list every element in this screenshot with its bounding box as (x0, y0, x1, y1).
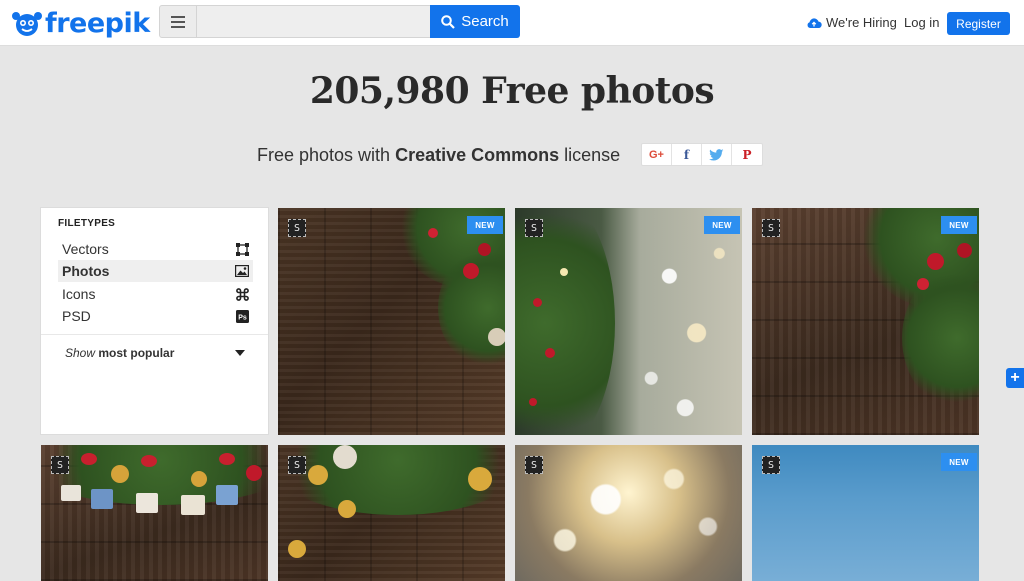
freepik-logo-icon (10, 8, 44, 38)
share-buttons: G+ f P (641, 143, 763, 166)
search-input[interactable] (197, 5, 430, 38)
caret-down-icon (235, 350, 245, 356)
filetype-photos[interactable]: Photos (58, 260, 253, 282)
filetype-label: Vectors (62, 241, 109, 257)
twitter-icon[interactable] (702, 144, 732, 165)
command-icon (235, 287, 249, 301)
filetype-psd[interactable]: PSD Ps (58, 305, 253, 327)
subtitle-text: Free photos with (257, 145, 396, 165)
license-badge: S (288, 219, 306, 237)
page-subtitle: Free photos with Creative Commons licens… (257, 145, 620, 166)
search-icon (441, 14, 456, 29)
new-badge: NEW (467, 216, 503, 234)
filetype-icons[interactable]: Icons (58, 283, 253, 305)
photo-thumbnail[interactable]: S (515, 445, 742, 581)
filetype-vectors[interactable]: Vectors (58, 238, 253, 260)
filetype-label: Photos (62, 263, 110, 279)
svg-text:Ps: Ps (238, 314, 247, 321)
hiring-label: We're Hiring (826, 15, 897, 30)
hiring-link[interactable]: We're Hiring (806, 15, 897, 30)
license-badge: S (762, 456, 780, 474)
search-button[interactable]: Search (430, 5, 520, 38)
search-button-label: Search (461, 13, 509, 30)
image-icon (235, 264, 249, 278)
filetype-sidebar: FILETYPES Vectors Photos Icons PSD Ps Sh… (40, 207, 269, 435)
cloud-upload-icon (807, 17, 822, 28)
google-plus-icon[interactable]: G+ (642, 144, 672, 165)
photo-thumbnail[interactable]: S (41, 445, 268, 581)
facebook-icon[interactable]: f (672, 144, 702, 165)
add-button[interactable]: + (1006, 368, 1024, 388)
freepik-logo[interactable]: freepik (10, 6, 150, 40)
photo-thumbnail[interactable]: S (278, 445, 505, 581)
sort-show: Show (65, 346, 96, 360)
filetype-label: PSD (62, 308, 91, 324)
pinterest-icon[interactable]: P (732, 144, 762, 165)
page-title: 205,980 Free photos (309, 70, 715, 112)
sort-label: Show most popular (65, 346, 174, 360)
new-badge: NEW (941, 216, 977, 234)
ps-icon: Ps (235, 309, 249, 323)
menu-button[interactable] (159, 5, 197, 38)
subtitle-text-end: license (559, 145, 621, 165)
login-link[interactable]: Log in (904, 15, 939, 30)
license-badge: S (288, 456, 306, 474)
hamburger-icon (171, 15, 185, 28)
sort-value: most popular (98, 346, 175, 360)
photo-thumbnail[interactable]: S NEW (278, 208, 505, 435)
new-badge: NEW (704, 216, 740, 234)
license-badge: S (525, 456, 543, 474)
top-header: freepik Search We're Hiring Log in Regis… (0, 0, 1024, 46)
register-button[interactable]: Register (947, 12, 1010, 35)
subtitle-bold: Creative Commons (395, 145, 560, 165)
new-badge: NEW (941, 453, 977, 471)
photo-thumbnail[interactable]: S NEW (752, 445, 979, 581)
vector-icon (235, 242, 249, 256)
logo-text: freepik (45, 7, 150, 39)
license-badge: S (525, 219, 543, 237)
filetypes-heading: FILETYPES (58, 218, 116, 229)
photo-thumbnail[interactable]: S NEW (515, 208, 742, 435)
filetype-label: Icons (62, 286, 96, 302)
license-badge: S (762, 219, 780, 237)
sort-dropdown[interactable]: Show most popular (65, 346, 245, 360)
license-badge: S (51, 456, 69, 474)
sidebar-divider (41, 334, 268, 335)
photo-thumbnail[interactable]: S NEW (752, 208, 979, 435)
